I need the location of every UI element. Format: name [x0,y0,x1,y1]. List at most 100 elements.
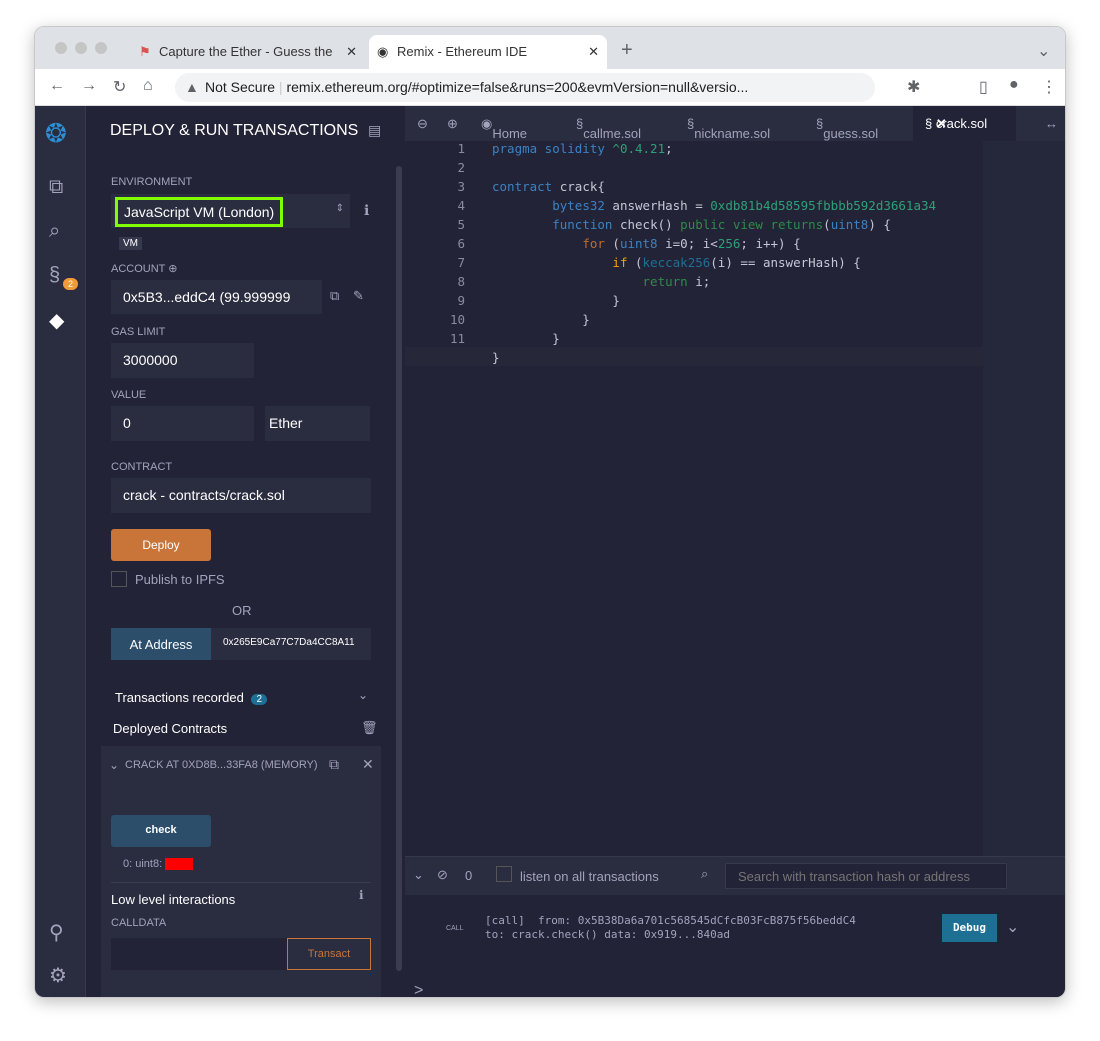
profile-icon[interactable]: ● [1009,76,1019,94]
info-icon[interactable]: ℹ [364,202,369,219]
deployed-contracts-label: Deployed Contracts [113,721,228,736]
instance-title[interactable]: CRACK AT 0XD8B...33FA8 (MEMORY) [125,759,318,771]
call-log[interactable]: [call] from: 0x5B38Da6a701c568545dCfcB03… [485,914,856,942]
account-select[interactable]: 0x5B3...eddC4 (99.999999 [111,280,322,314]
publish-ipfs-checkbox[interactable] [111,571,127,587]
deploy-run-icon[interactable]: ◆ [49,308,64,333]
line-number: 6 [457,236,465,251]
minimap[interactable] [983,141,1065,856]
debug-button[interactable]: Debug [942,914,997,942]
security-indicator[interactable]: Not Secure [205,79,275,95]
close-tab-icon[interactable]: ✕ [588,44,599,60]
chevron-down-icon[interactable]: ⌄ [1006,917,1019,937]
forward-icon[interactable]: → [81,77,97,95]
editor-tab-crack[interactable]: § crack.sol ✕ [913,106,1016,141]
plugin-manager-icon[interactable]: ⚲ [49,920,64,945]
calldata-input[interactable] [111,938,287,970]
editor-tab-callme[interactable]: § callme.sol [576,116,641,141]
line-number: 9 [457,293,465,308]
check-button[interactable]: check [111,815,211,847]
editor-tab-home[interactable]: ◉ Home [481,116,527,141]
tx-recorded-label: Transactions recorded [115,690,244,705]
zoom-out-icon[interactable]: ⊖ [417,116,428,132]
url-bar[interactable]: ▲ Not Secure | remix.ethereum.org/#optimi… [175,73,875,102]
search-icon[interactable]: ⌕ [49,220,60,243]
browser-tab-remix[interactable]: ◉ Remix - Ethereum IDE ✕ [369,35,607,69]
environment-select[interactable]: JavaScript VM (London) ⇕ [111,194,350,228]
listen-checkbox[interactable] [496,866,512,882]
home-icon[interactable]: ⌂ [143,77,153,95]
menu-icon[interactable]: ⋮ [1041,77,1057,97]
new-tab-button[interactable]: + [621,39,633,62]
contract-instance: ⌄ CRACK AT 0XD8B...33FA8 (MEMORY) ⧉ ✕ ch… [101,746,381,997]
code-editor[interactable]: 123456789101112 pragma solidity ^0.4.21;… [405,141,983,856]
compiler-icon[interactable]: § [49,264,60,287]
panel-scrollbar[interactable] [396,166,402,971]
add-account-icon[interactable]: ⊕ [168,263,177,275]
code-line: pragma solidity ^0.4.21; [492,141,673,156]
transact-button[interactable]: Transact [287,938,371,970]
file-explorer-icon[interactable]: ⧉ [49,176,63,199]
reload-icon[interactable]: ↻ [113,77,126,97]
zoom-in-icon[interactable]: ⊕ [447,116,458,132]
divider [111,882,371,883]
chevron-down-icon[interactable]: ⌄ [109,758,119,772]
settings-icon[interactable]: ⚙ [49,963,67,988]
editor: ⊖ ⊕ ◉ Home § callme.sol § nickname.sol §… [405,106,1065,997]
at-address-input[interactable]: 0x265E9Ca77C7Da4CC8A11 [211,628,371,660]
select-arrows-icon: ⇕ [335,203,344,214]
info-icon[interactable]: ℹ [359,888,364,902]
url-text[interactable]: remix.ethereum.org/#optimize=false&runs=… [286,79,748,95]
terminal-prompt[interactable]: > [414,982,423,997]
environment-value: JavaScript VM (London) [115,197,284,227]
code-line: function check() public view returns(uin… [552,217,891,232]
publish-ipfs-label: Publish to IPFS [135,572,225,587]
docs-icon[interactable]: ▤ [368,122,381,139]
transaction-search-input[interactable] [725,863,1007,889]
value-input[interactable]: 0 [111,406,254,441]
icon-panel: ❂ ⧉ ⌕ § 2 ◆ ⚲ ⚙ [35,106,86,997]
close-window-button[interactable] [55,42,67,54]
sidepanel-icon[interactable]: ▯ [979,77,988,97]
browser-tab-capture[interactable]: ⚑ Capture the Ether - Guess the ✕ [131,35,361,69]
editor-tab-guess[interactable]: § guess.sol [816,116,878,141]
minimize-window-button[interactable] [75,42,87,54]
transactions-recorded[interactable]: Transactions recorded 2 [115,690,268,705]
value-unit-select[interactable]: Ether [265,406,370,441]
maximize-window-button[interactable] [95,42,107,54]
collapse-icon[interactable]: ⌄ [413,867,424,883]
line-number: 3 [457,179,465,194]
account-label-text: ACCOUNT [111,263,166,275]
tab-label: callme.sol [583,126,642,141]
editor-tab-nickname[interactable]: § nickname.sol [687,116,770,141]
at-address-button[interactable]: At Address [111,628,211,660]
contract-select[interactable]: crack - contracts/crack.sol [111,478,371,513]
line-number: 2 [457,160,465,175]
extensions-icon[interactable]: ✱ [907,77,920,97]
address-bar: ← → ↻ ⌂ ▲ Not Secure | remix.ethereum.org… [35,69,1065,106]
trash-icon[interactable]: 🗑 [361,720,378,736]
copy-icon[interactable]: ⧉ [330,288,339,304]
edit-icon[interactable]: ✎ [353,288,364,304]
back-icon[interactable]: ← [49,77,65,95]
line-number: 1 [457,141,465,156]
remix-icon: ◉ [377,44,389,59]
search-icon: ⌕ [701,866,709,881]
browser-window: ⚑ Capture the Ether - Guess the ✕ ◉ Remix -… [34,26,1066,998]
expand-icon[interactable]: ↔ [1045,116,1058,131]
clear-icon[interactable]: ⊘ [437,867,448,883]
line-number: 7 [457,255,465,270]
copy-icon[interactable]: ⧉ [329,756,339,773]
close-tab-icon[interactable]: ✕ [346,44,357,60]
gas-limit-input[interactable]: 3000000 [111,343,254,378]
tab-title: Remix - Ethereum IDE [397,44,528,59]
code-line: } [492,293,620,308]
call-tag: CALL [446,925,464,932]
tab-label: guess.sol [823,126,879,141]
deploy-button[interactable]: Deploy [111,529,211,561]
tab-list-icon[interactable]: ⌄ [1037,41,1050,61]
chevron-down-icon[interactable]: ⌄ [358,688,368,702]
close-icon[interactable]: ✕ [362,756,374,773]
remix-logo-icon[interactable]: ❂ [45,118,67,149]
contract-label: CONTRACT [111,461,173,473]
